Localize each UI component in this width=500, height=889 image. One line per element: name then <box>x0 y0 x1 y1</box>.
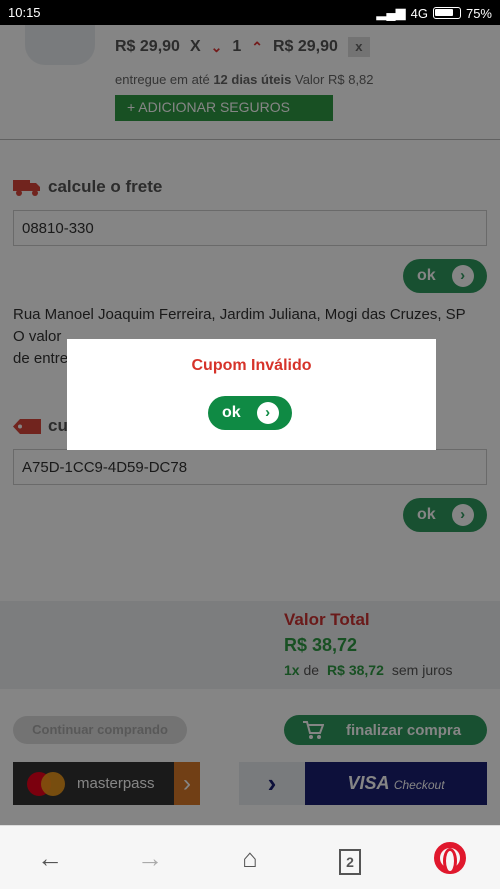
opera-logo-icon <box>434 842 466 874</box>
back-arrow-icon[interactable]: ← <box>30 840 70 876</box>
tabs-button[interactable]: 2 <box>330 840 370 876</box>
network-type: 4G <box>410 5 428 21</box>
forward-arrow-icon[interactable]: → <box>130 840 170 876</box>
dialog-title: Cupom Inválido <box>191 357 312 374</box>
clock: 10:15 <box>8 5 41 20</box>
ok-label: ok <box>222 404 241 421</box>
signal-icon: ▂▄▆ <box>376 5 406 20</box>
dialog-ok-button[interactable]: ok › <box>208 396 292 430</box>
status-icons: ▂▄▆ 4G 75% <box>376 5 492 21</box>
invalid-coupon-dialog: Cupom Inválido ok › <box>67 339 436 450</box>
opera-menu-button[interactable] <box>430 840 470 876</box>
tabs-count: 2 <box>339 849 361 875</box>
status-bar: 10:15 ▂▄▆ 4G 75% <box>0 0 500 25</box>
chevron-right-icon: › <box>256 402 279 424</box>
battery-icon <box>432 7 461 19</box>
battery-percent: 75% <box>465 5 492 21</box>
home-icon[interactable]: ⌂ <box>230 840 270 876</box>
browser-navbar: ← → ⌂ 2 <box>0 825 500 889</box>
